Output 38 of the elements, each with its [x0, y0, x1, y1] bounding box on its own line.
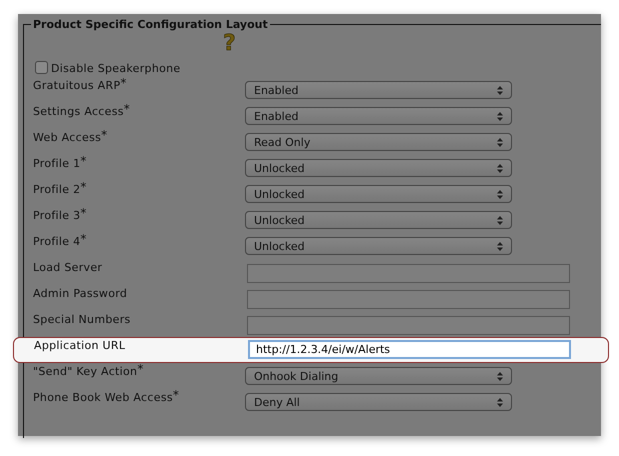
dropdown[interactable]: Unlocked: [245, 159, 512, 177]
updown-arrows-icon: [497, 242, 503, 250]
required-mark: *: [172, 388, 180, 402]
dropdown[interactable]: Onhook Dialing: [245, 367, 512, 385]
required-mark: *: [137, 362, 144, 376]
required-mark: *: [80, 180, 87, 194]
required-mark: *: [80, 206, 87, 220]
input-field[interactable]: http://1.2.3.4/ei/w/Alerts: [248, 340, 571, 359]
field-label: Application URL: [34, 338, 126, 352]
updown-arrows-icon: [497, 86, 503, 94]
required-mark: *: [80, 232, 87, 246]
required-mark: *: [101, 128, 108, 142]
updown-arrows-icon: [497, 398, 503, 406]
required-mark: *: [120, 76, 127, 90]
input-field[interactable]: [247, 264, 570, 283]
checkbox[interactable]: [35, 60, 48, 74]
updown-arrows-icon: [497, 372, 503, 380]
dropdown[interactable]: Unlocked: [245, 237, 512, 255]
updown-arrows-icon: [497, 138, 503, 146]
input-field[interactable]: [247, 290, 570, 309]
dropdown[interactable]: Deny All: [245, 393, 512, 411]
dropdown[interactable]: Read Only: [245, 133, 512, 151]
updown-arrows-icon: [497, 112, 503, 120]
updown-arrows-icon: [497, 216, 503, 224]
section-title: Product Specific Configuration Layout: [32, 18, 269, 31]
input-field[interactable]: [247, 316, 570, 335]
updown-arrows-icon: [497, 190, 503, 198]
dropdown[interactable]: Unlocked: [245, 185, 512, 203]
field-label: Special Numbers: [33, 312, 132, 326]
required-mark: *: [80, 154, 87, 168]
checkbox-label: Disable Speakerphone: [51, 60, 182, 74]
dropdown[interactable]: Enabled: [245, 107, 512, 125]
field-label: Load Server: [33, 260, 104, 274]
dropdown[interactable]: Unlocked: [245, 211, 512, 229]
dropdown[interactable]: Enabled: [245, 81, 512, 99]
field-label: Admin Password: [33, 286, 128, 300]
required-mark: *: [124, 102, 130, 116]
updown-arrows-icon: [497, 164, 503, 172]
